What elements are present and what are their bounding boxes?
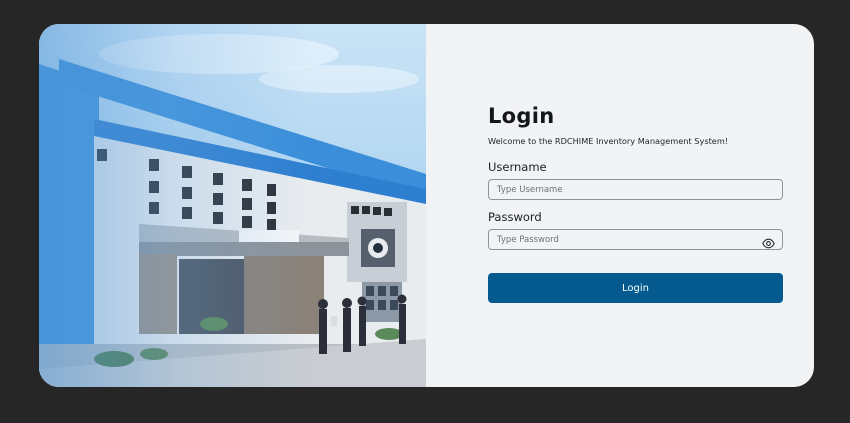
building-illustration — [39, 34, 426, 387]
login-panel: Login Welcome to the RDCHIME Inventory M… — [426, 24, 814, 387]
password-input[interactable] — [489, 230, 782, 249]
username-input[interactable] — [489, 180, 782, 199]
password-label: Password — [488, 210, 542, 224]
eye-icon[interactable] — [762, 234, 775, 249]
login-button[interactable]: Login — [488, 273, 783, 303]
password-field — [488, 229, 783, 250]
login-title: Login — [488, 104, 555, 128]
username-label: Username — [488, 160, 547, 174]
username-field — [488, 179, 783, 200]
login-card: Login Welcome to the RDCHIME Inventory M… — [39, 24, 814, 387]
login-form: Login Welcome to the RDCHIME Inventory M… — [488, 104, 783, 303]
building-photo — [39, 24, 426, 387]
welcome-message: Welcome to the RDCHIME Inventory Managem… — [488, 136, 729, 146]
